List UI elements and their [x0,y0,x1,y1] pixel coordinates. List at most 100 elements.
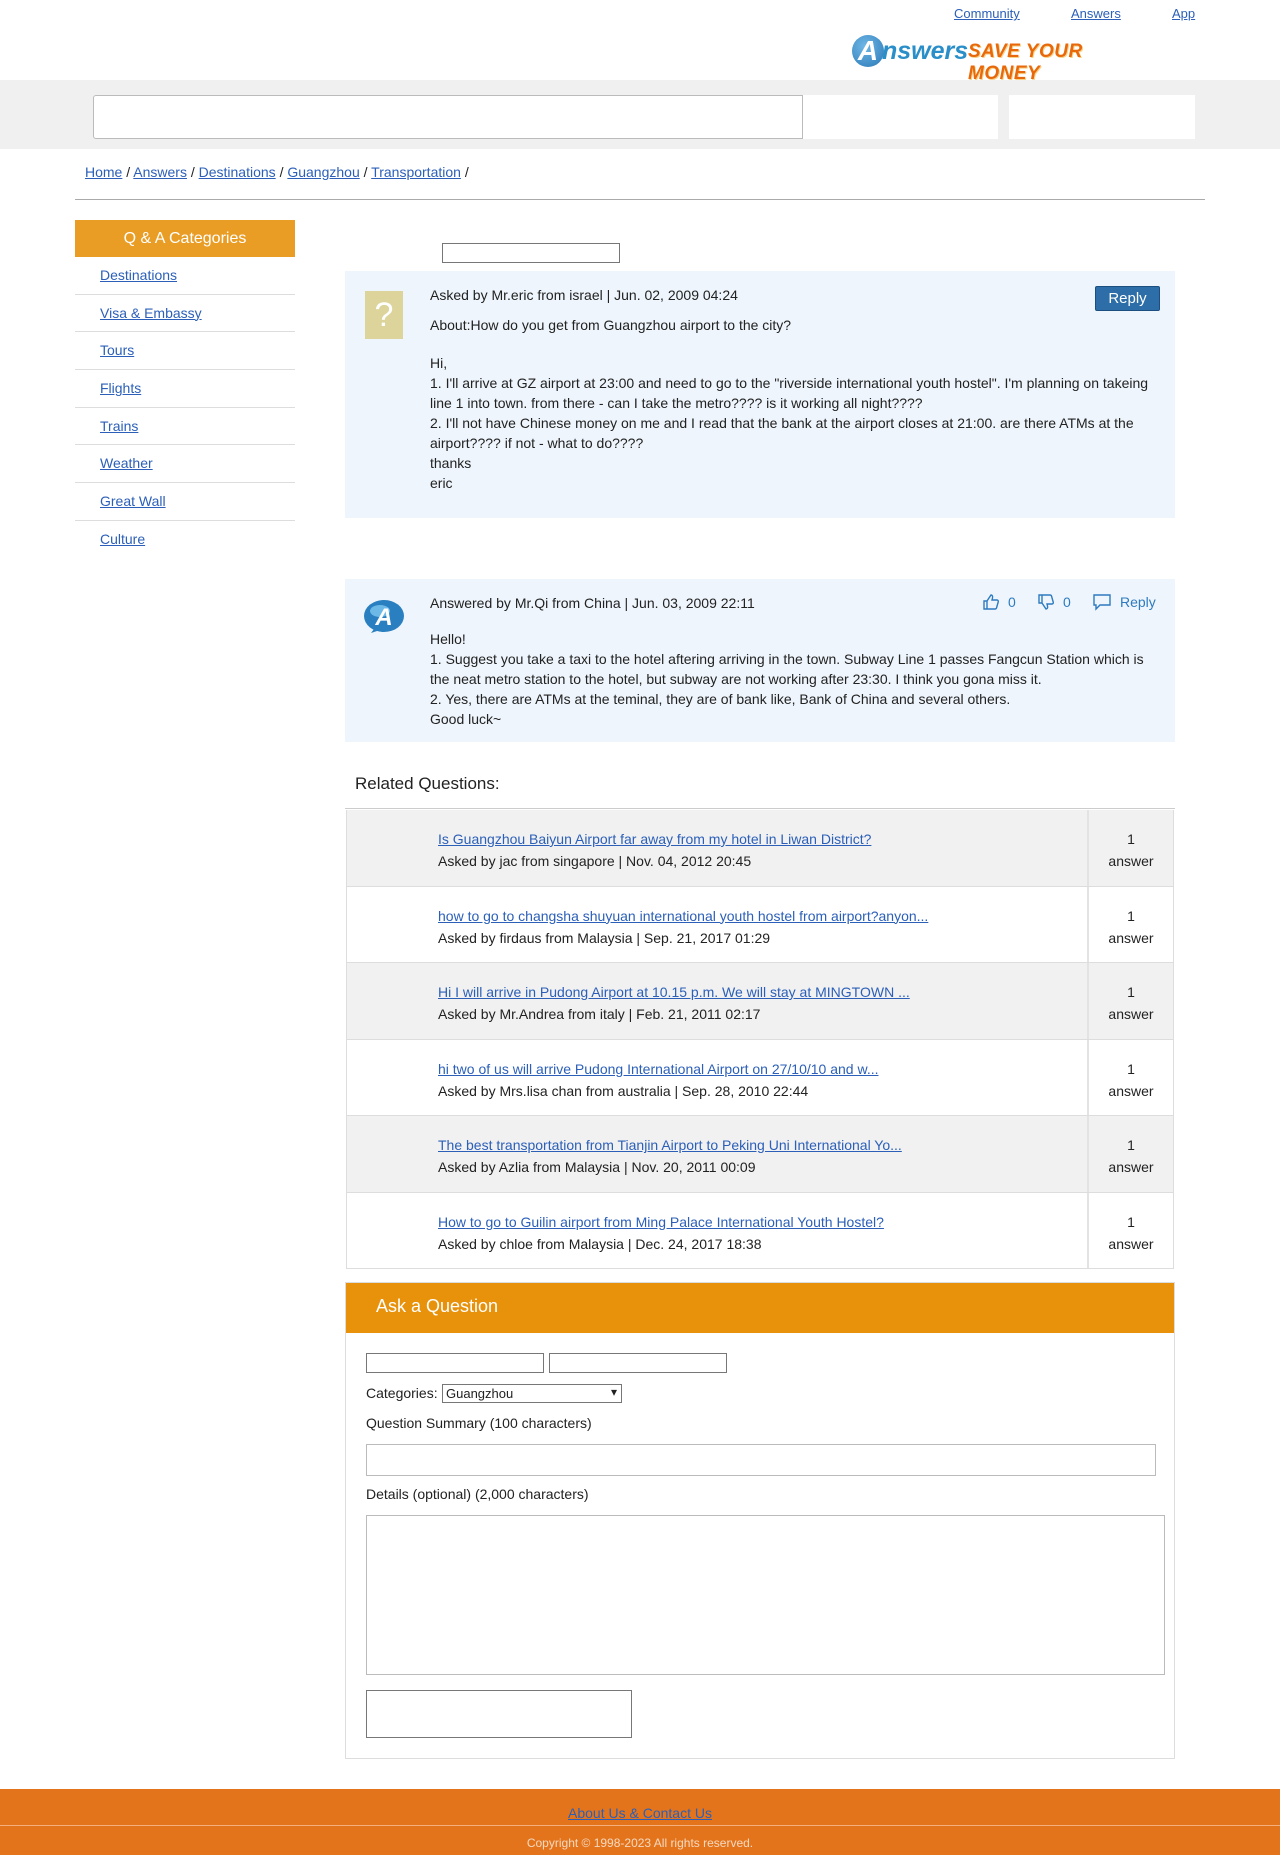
related-row: Hi I will arrive in Pudong Airport at 10… [346,963,1174,1040]
related-meta: Asked by Mr.Andrea from italy | Feb. 21,… [438,1006,761,1022]
footer: About Us & Contact Us Copyright © 1998-2… [0,1789,1280,1855]
related-count-unit: answer [1108,1159,1154,1175]
site-logo[interactable]: A nswers SAVE YOUR MONEY [852,35,1154,84]
answer-line: Good luck~ [430,711,502,727]
breadcrumb: Home / Answers / Destinations / Guangzho… [85,164,469,180]
category-select[interactable]: Guangzhou [442,1384,622,1403]
sidebar-item-trains: Trains [75,408,295,446]
question-avatar: ? [365,291,403,339]
ask-question-form: Ask a Question Categories: Guangzhou Que… [345,1282,1175,1759]
breadcrumb-destinations[interactable]: Destinations [199,164,276,180]
question-reply-button[interactable]: Reply [1095,286,1160,311]
breadcrumb-home[interactable]: Home [85,164,122,180]
dislike-button[interactable]: 0 [1037,593,1071,611]
question-body: Hi, 1. I'll arrive at GZ airport at 23:0… [430,353,1150,493]
related-link[interactable]: How to go to Guilin airport from Ming Pa… [438,1214,884,1230]
answer-reply-link[interactable]: Reply [1092,593,1156,611]
search-button[interactable] [803,95,998,139]
comment-icon [1093,594,1111,611]
related-row: How to go to Guilin airport from Ming Pa… [346,1192,1174,1269]
sidebar-link[interactable]: Trains [100,418,138,434]
related-meta: Asked by firdaus from Malaysia | Sep. 21… [438,929,771,946]
logo-tagline: SAVE YOUR MONEY [968,41,1083,84]
sidebar-item-destinations: Destinations [75,257,295,295]
logo-word: nswers [882,37,969,65]
sidebar-link[interactable]: Tours [100,342,134,358]
related-count: 1 [1127,1137,1135,1153]
sidebar-link[interactable]: Great Wall [100,493,166,509]
breadcrumb-transportation[interactable]: Transportation [371,164,461,180]
related-link[interactable]: hi two of us will arrive Pudong Internat… [438,1061,879,1077]
related-meta: Asked by chloe from Malaysia | Dec. 24, … [438,1235,762,1252]
sidebar-link[interactable]: Destinations [100,267,177,283]
email-input[interactable] [549,1353,727,1373]
footer-divider [0,1825,1280,1826]
related-count: 1 [1127,907,1135,924]
sidebar-link[interactable]: Culture [100,531,145,547]
related-count-unit: answer [1108,929,1154,946]
question-panel: ? Asked by Mr.eric from israel | Jun. 02… [345,271,1175,518]
related-count: 1 [1127,831,1135,847]
sidebar-link[interactable]: Flights [100,380,141,396]
sidebar-item-weather: Weather [75,445,295,484]
related-link[interactable]: Hi I will arrive in Pudong Airport at 10… [438,984,910,1000]
question-line: 2. I'll not have Chinese money on me and… [430,415,1134,451]
related-meta: Asked by Azlia from Malaysia | Nov. 20, … [438,1159,756,1175]
small-text-input[interactable] [442,243,620,263]
submit-button[interactable] [366,1690,632,1738]
sidebar-item-great-wall: Great Wall [75,483,295,521]
details-textarea[interactable] [366,1515,1165,1675]
question-about: About:How do you get from Guangzhou airp… [430,317,792,333]
ask-button[interactable] [1009,95,1195,139]
related-row: The best transportation from Tianjin Air… [346,1116,1174,1193]
related-row: Is Guangzhou Baiyun Airport far away fro… [346,810,1174,887]
nav-community-link[interactable]: Community [954,6,1020,21]
related-link[interactable]: how to go to changsha shuyuan internatio… [438,908,928,924]
related-count: 1 [1127,984,1135,1000]
about-contact-link[interactable]: About Us & Contact Us [568,1805,712,1821]
related-list: Is Guangzhou Baiyun Airport far away fro… [346,810,1174,1269]
sidebar-item-tours: Tours [75,332,295,371]
search-input[interactable] [93,95,803,139]
related-link[interactable]: Is Guangzhou Baiyun Airport far away fro… [438,831,871,847]
question-line: thanks [430,455,472,471]
related-count-unit: answer [1108,1082,1154,1099]
answer-body: Hello! 1. Suggest you take a taxi to the… [430,629,1150,729]
sidebar-link[interactable]: Weather [100,455,153,471]
ask-title: Ask a Question [346,1283,1174,1333]
search-band [0,80,1280,149]
related-count: 1 [1127,1060,1135,1077]
divider [75,199,1205,200]
related-count: 1 [1127,1213,1135,1230]
svg-text:A: A [374,604,392,631]
question-line: eric [430,475,453,491]
breadcrumb-guangzhou[interactable]: Guangzhou [287,164,359,180]
summary-input[interactable] [366,1444,1156,1476]
answer-meta: Answered by Mr.Qi from China | Jun. 03, … [430,595,755,611]
nav-app-link[interactable]: App [1172,6,1195,21]
sidebar-link[interactable]: Visa & Embassy [100,305,202,321]
dislike-count: 0 [1063,594,1071,610]
breadcrumb-answers[interactable]: Answers [133,164,187,180]
related-count-unit: answer [1108,1006,1154,1022]
like-button[interactable]: 0 [982,593,1016,611]
copyright: Copyright © 1998-2023 All rights reserve… [526,1836,754,1850]
sidebar-item-culture: Culture [75,521,295,559]
related-link[interactable]: The best transportation from Tianjin Air… [438,1137,902,1153]
answer-line: Hello! [430,631,466,647]
answer-reply-label: Reply [1120,594,1156,610]
answer-panel: A Answered by Mr.Qi from China | Jun. 03… [345,579,1175,742]
categories-sidebar: Q & A Categories Destinations Visa & Emb… [75,220,295,559]
related-divider [345,808,1175,809]
nav-answers-link[interactable]: Answers [1071,6,1121,21]
related-row: hi two of us will arrive Pudong Internat… [346,1039,1174,1116]
name-input[interactable] [366,1353,544,1373]
answer-line: 1. Suggest you take a taxi to the hotel … [430,651,1144,687]
answer-avatar-icon: A [364,600,404,633]
summary-label: Question Summary (100 characters) [366,1415,592,1431]
sidebar-item-visa: Visa & Embassy [75,295,295,333]
related-count-unit: answer [1108,1235,1154,1252]
thumbs-up-icon [983,594,999,610]
related-title: Related Questions: [355,774,500,793]
categories-label: Categories: [366,1385,438,1401]
